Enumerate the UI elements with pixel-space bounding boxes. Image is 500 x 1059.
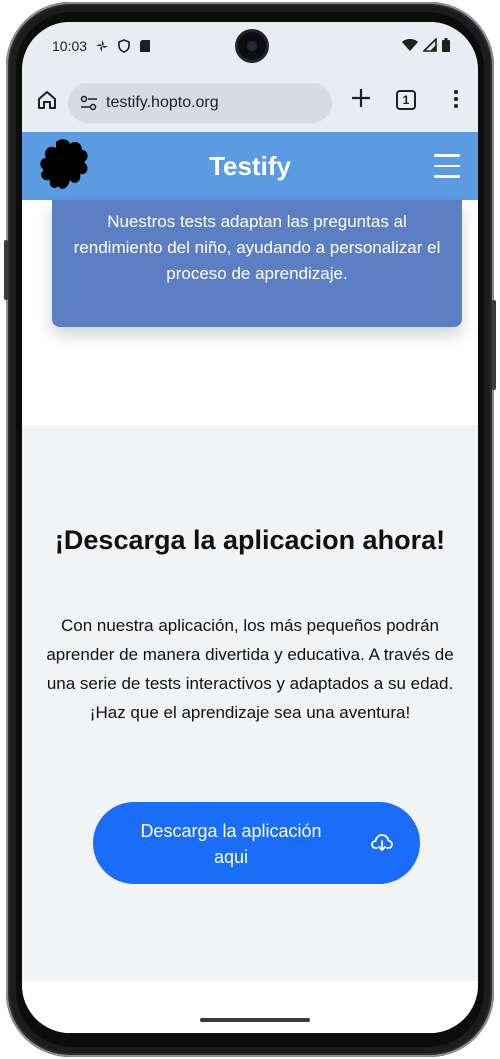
download-tagline: ¡Haz que el aprendizaje sea una aventura… [89, 703, 411, 722]
info-card-text: Nuestros tests adaptan las preguntas al … [73, 212, 441, 283]
phone-screen: 10:03 testify.hopto.org 1 Testify Nuestr… [22, 22, 478, 1033]
url-text: testify.hopto.org [106, 94, 219, 111]
hamburger-icon[interactable] [434, 154, 460, 178]
wifi-icon [402, 39, 418, 51]
plus-icon [352, 89, 370, 107]
site-header: Testify [22, 132, 478, 200]
gesture-bar[interactable] [200, 1018, 310, 1022]
more-vert-icon[interactable] [452, 88, 460, 114]
power-button [4, 240, 8, 300]
download-heading: ¡Descarga la aplicacion ahora! [54, 525, 446, 555]
info-card: Nuestros tests adaptan las preguntas al … [52, 200, 462, 327]
sim-card-icon [140, 40, 151, 52]
status-left: 10:03 [52, 38, 151, 54]
battery-icon [442, 38, 450, 52]
download-button-label: Descarga la aplicación aqui [140, 821, 322, 867]
volume-button [492, 300, 496, 390]
front-camera [238, 32, 266, 60]
status-bar: 10:03 [22, 22, 478, 70]
home-icon[interactable] [36, 89, 58, 111]
shield-icon [118, 39, 130, 53]
fan-icon [96, 40, 109, 52]
new-tab-button[interactable] [350, 86, 372, 114]
puzzle-logo[interactable] [38, 138, 90, 192]
download-paragraph: Con nuestra aplicación, los más pequeños… [46, 616, 454, 693]
tab-count: 1 [402, 93, 410, 107]
browser-toolbar: testify.hopto.org 1 [22, 70, 478, 132]
tab-switcher-button[interactable]: 1 [396, 90, 416, 110]
status-time: 10:03 [52, 38, 88, 54]
status-right [402, 38, 450, 52]
cloud-download-icon [371, 834, 393, 851]
download-app-button[interactable]: Descarga la aplicación aqui [93, 802, 420, 884]
address-bar[interactable]: testify.hopto.org [68, 83, 332, 123]
site-title[interactable]: Testify [22, 132, 478, 200]
features-section: Nuestros tests adaptan las preguntas al … [22, 200, 478, 425]
signal-icon [423, 38, 437, 52]
site-settings-icon[interactable] [80, 95, 98, 111]
download-section: ¡Descarga la aplicacion ahora! Con nuest… [22, 425, 478, 981]
download-text: Con nuestra aplicación, los más pequeños… [42, 611, 458, 727]
footer-area [22, 981, 478, 1033]
